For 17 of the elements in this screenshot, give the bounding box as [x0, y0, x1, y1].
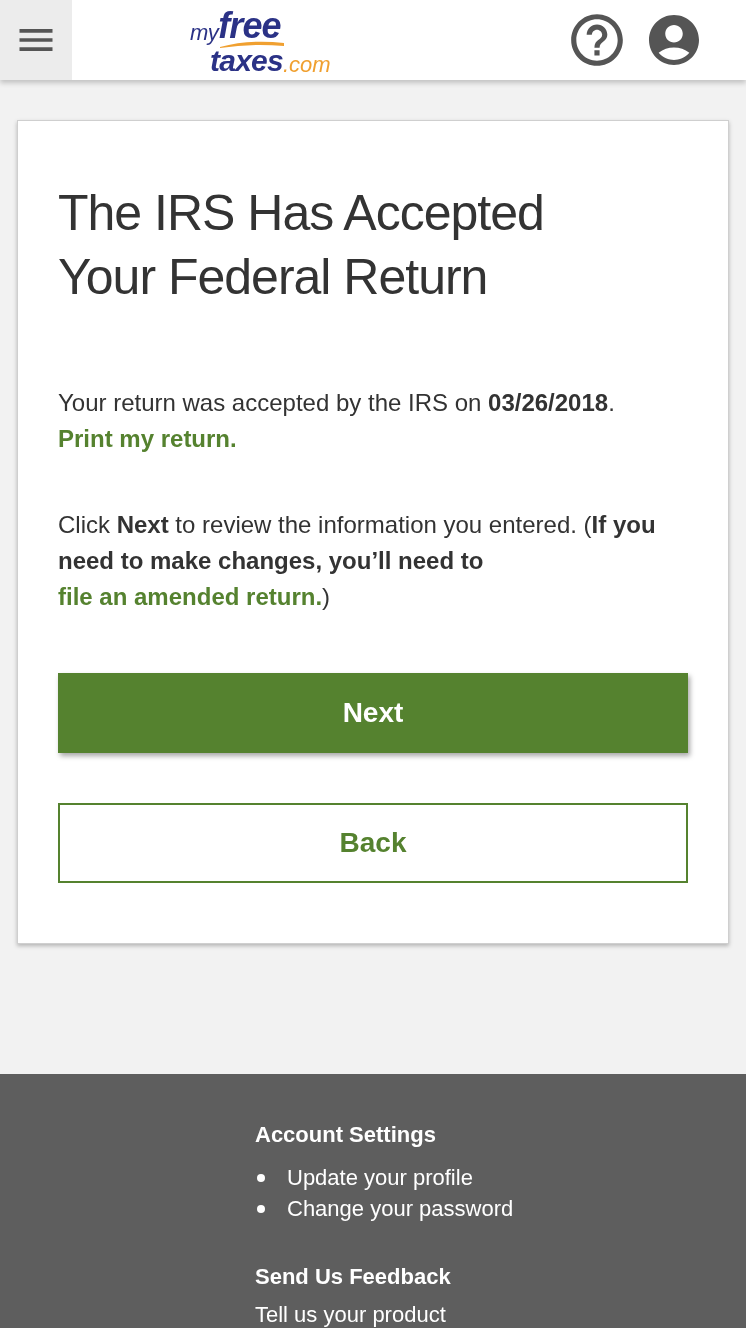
swoosh-icon [220, 40, 284, 48]
footer-heading: Account Settings [255, 1121, 436, 1149]
footer-link[interactable]: Update your profile [287, 1162, 473, 1193]
bullet-icon [257, 1204, 265, 1213]
footer-text: Tell us your product [255, 1301, 446, 1328]
text-link[interactable]: file an amended return. [58, 583, 323, 610]
next-button[interactable]: Next [58, 673, 688, 753]
footer-link[interactable]: Change your password [287, 1193, 514, 1224]
page-title: The IRS Has Accepted Your Federal Return [58, 184, 545, 307]
paragraph: Click Next to review the information you entered. (If you need to make changes, you’ll need to file an amended return.) [58, 510, 657, 612]
text-link[interactable]: Print my return. [58, 425, 237, 452]
bullet-icon [257, 1173, 265, 1182]
paragraph: Your return was accepted by the IRS on 03/26/2018. Print my return. [58, 388, 616, 454]
back-button[interactable]: Back [58, 803, 688, 883]
menu-button[interactable] [0, 0, 72, 80]
logo-link[interactable]: myfree taxes.com [190, 8, 331, 76]
footer-heading: Send Us Feedback [255, 1263, 451, 1291]
